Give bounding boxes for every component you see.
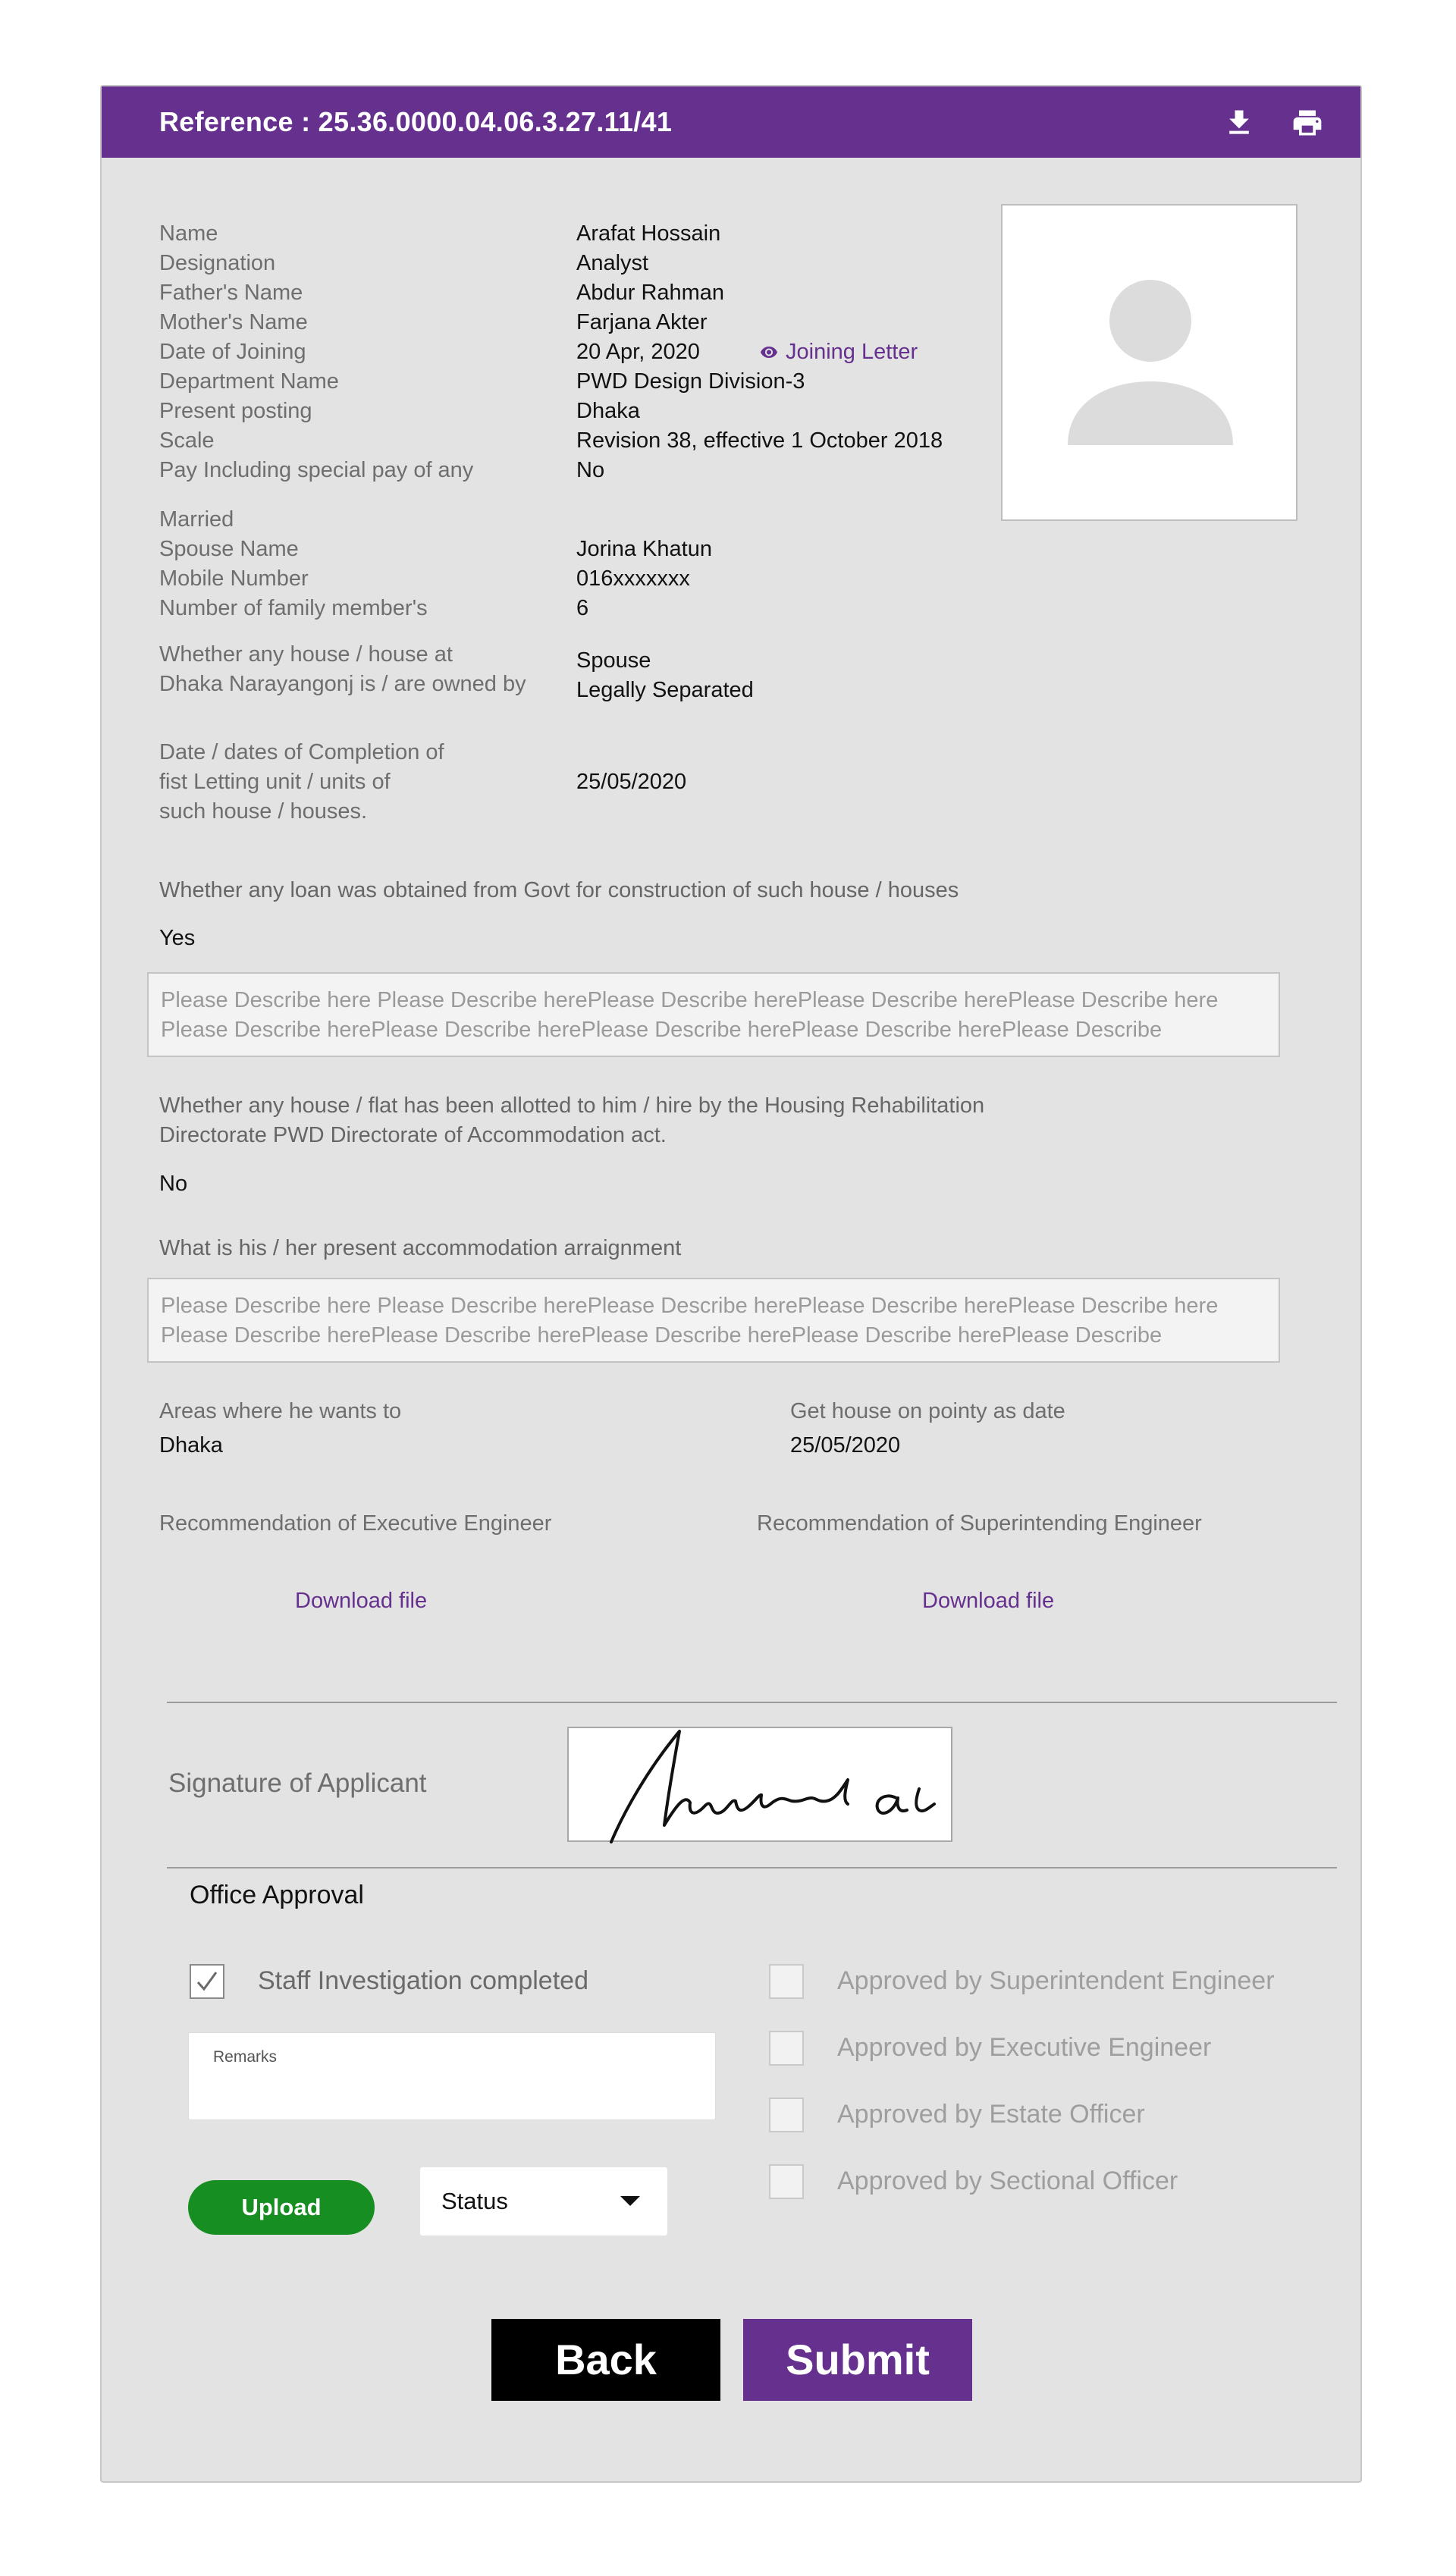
completion-label: Date / dates of Completion of fist Letti…: [159, 738, 444, 827]
completion-label-line: Date / dates of Completion of: [159, 740, 444, 764]
priority-date-value: 25/05/2020: [790, 1433, 901, 1457]
priority-date-label: Get house on pointy as date: [790, 1399, 1065, 1423]
approved-executive-label: Approved by Executive Engineer: [837, 2033, 1212, 2062]
field-label: Pay Including special pay of any: [159, 458, 474, 482]
house-owned-label: Whether any house / house at Dhaka Naray…: [159, 640, 526, 699]
application-card: Reference : 25.36.0000.04.06.3.27.11/41 …: [100, 85, 1362, 2483]
field-value: 6: [576, 596, 589, 620]
approved-estate-officer-label: Approved by Estate Officer: [837, 2100, 1145, 2129]
executive-recommendation-label: Recommendation of Executive Engineer: [159, 1511, 552, 1536]
approved-sectional-officer-label: Approved by Sectional Officer: [837, 2167, 1178, 2195]
field-value: Analyst: [576, 251, 649, 275]
completion-label-line: such house / houses.: [159, 799, 368, 824]
approved-sectional-officer-checkbox[interactable]: [769, 2164, 804, 2199]
accommodation-question: What is his / her present accommodation …: [159, 1236, 682, 1260]
status-select-label: Status: [441, 2188, 508, 2214]
completion-label-line: fist Letting unit / units of: [159, 770, 391, 794]
print-icon[interactable]: [1291, 106, 1324, 140]
field-label: Mobile Number: [159, 566, 309, 591]
field-value: Revision 38, effective 1 October 2018: [576, 428, 943, 453]
loan-description[interactable]: Please Describe here Please Describe her…: [147, 972, 1280, 1057]
signature-label: Signature of Applicant: [168, 1768, 427, 1798]
staff-investigation-label: Staff Investigation completed: [258, 1966, 588, 1995]
areas-label: Areas where he wants to: [159, 1399, 402, 1423]
field-value: Farjana Akter: [576, 310, 708, 334]
completion-date: 25/05/2020: [576, 770, 687, 794]
status-select[interactable]: Status: [420, 2167, 667, 2236]
back-button[interactable]: Back: [491, 2319, 720, 2401]
download-executive-link[interactable]: Download file: [295, 1586, 427, 1616]
field-value: No: [576, 458, 605, 482]
field-label: Number of family member's: [159, 596, 428, 620]
remarks-input[interactable]: Remarks: [188, 2032, 716, 2120]
checkmark-icon: [196, 1972, 218, 1991]
applicant-photo: [1001, 204, 1298, 521]
handwritten-signature: [610, 1730, 936, 1843]
submit-button[interactable]: Submit: [743, 2319, 972, 2401]
loan-answer: Yes: [159, 926, 196, 950]
office-approval-title: Office Approval: [190, 1881, 364, 1909]
reference-header: Reference : 25.36.0000.04.06.3.27.11/41: [102, 86, 1360, 158]
user-avatar-icon: [1068, 280, 1233, 445]
field-label: Father's Name: [159, 281, 303, 305]
caret-down-icon: [620, 2196, 640, 2206]
joining-letter-link[interactable]: Joining Letter: [760, 337, 918, 367]
download-superintending-link[interactable]: Download file: [922, 1586, 1054, 1616]
house-owned-label-line: Dhaka Narayangonj is / are owned by: [159, 672, 526, 696]
married-label: Married: [159, 507, 234, 532]
accommodation-description[interactable]: Please Describe here Please Describe her…: [147, 1278, 1280, 1363]
eye-icon: [761, 347, 777, 358]
field-value: Arafat Hossain: [576, 221, 721, 246]
allotted-question-line: Directorate PWD Directorate of Accommoda…: [159, 1123, 667, 1147]
allotted-question: Whether any house / flat has been allott…: [159, 1091, 984, 1150]
field-value: Dhaka: [576, 399, 640, 423]
field-value: 016xxxxxxx: [576, 566, 690, 591]
field-label: Name: [159, 221, 218, 246]
field-label: Present posting: [159, 399, 312, 423]
family-labels: Spouse Name Mobile Number Number of fami…: [159, 535, 428, 623]
upload-button[interactable]: Upload: [188, 2180, 375, 2235]
allotted-question-line: Whether any house / flat has been allott…: [159, 1093, 985, 1118]
field-label: Mother's Name: [159, 310, 308, 334]
field-value: PWD Design Division-3: [576, 369, 805, 394]
field-label: Department Name: [159, 369, 339, 394]
joining-letter-label: Joining Letter: [786, 340, 918, 364]
house-owned-value: Spouse Legally Separated: [576, 646, 754, 705]
reference-title: Reference : 25.36.0000.04.06.3.27.11/41: [159, 106, 673, 137]
approved-estate-officer-checkbox[interactable]: [769, 2098, 804, 2132]
applicant-signature: [567, 1727, 952, 1843]
field-label: Date of Joining: [159, 340, 306, 364]
house-owned-value-line: Legally Separated: [576, 678, 754, 702]
house-owned-label-line: Whether any house / house at: [159, 642, 453, 667]
remarks-placeholder: Remarks: [213, 2048, 278, 2066]
field-label: Spouse Name: [159, 537, 299, 561]
field-label: Designation: [159, 251, 276, 275]
profile-labels: Name Designation Father's Name Mother's …: [159, 219, 473, 485]
approved-executive-checkbox[interactable]: [769, 2031, 804, 2066]
house-owned-value-line: Spouse: [576, 648, 651, 673]
family-values: Jorina Khatun 016xxxxxxx 6: [576, 535, 712, 623]
approved-superintendent-label: Approved by Superintendent Engineer: [837, 1966, 1275, 1995]
field-value: Abdur Rahman: [576, 281, 725, 305]
loan-question: Whether any loan was obtained from Govt …: [159, 878, 959, 902]
staff-investigation-checkbox[interactable]: [190, 1964, 224, 1999]
areas-value: Dhaka: [159, 1433, 223, 1457]
download-icon[interactable]: [1222, 106, 1256, 140]
divider: [167, 1867, 1337, 1868]
divider: [167, 1702, 1337, 1703]
superintending-recommendation-label: Recommendation of Superintending Enginee…: [757, 1511, 1202, 1536]
allotted-answer: No: [159, 1172, 188, 1196]
approved-superintendent-checkbox[interactable]: [769, 1964, 804, 1999]
field-label: Scale: [159, 428, 215, 453]
field-value: Jorina Khatun: [576, 537, 712, 561]
